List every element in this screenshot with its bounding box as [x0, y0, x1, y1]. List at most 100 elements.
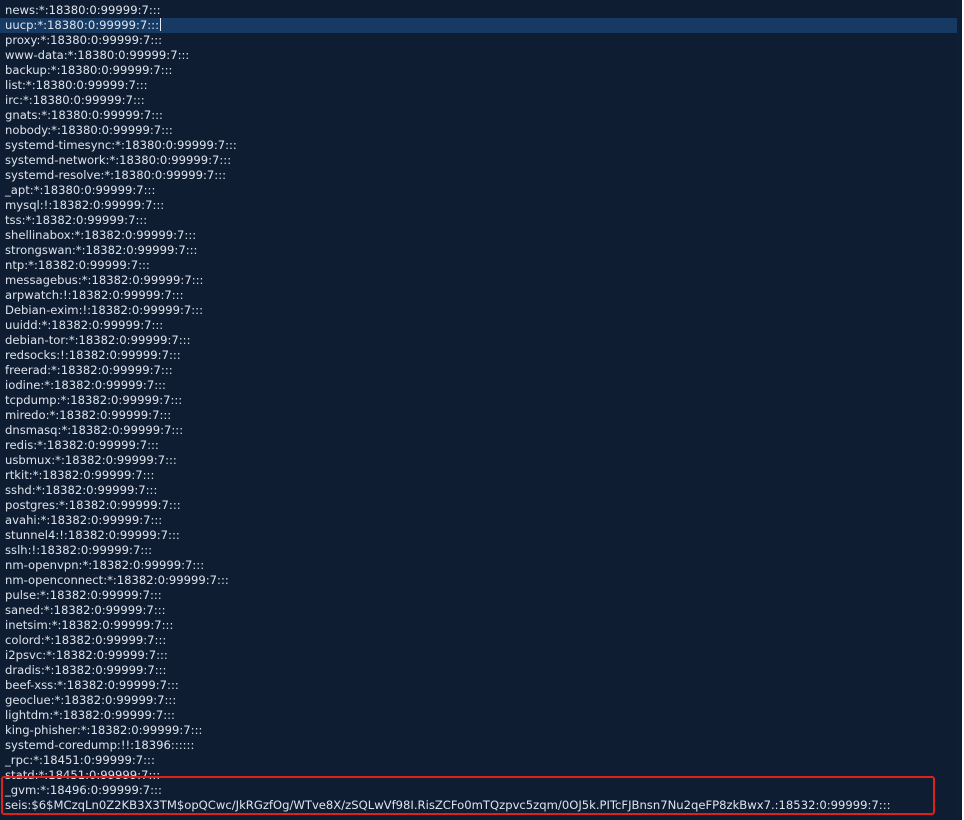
terminal-line[interactable]: systemd-network:*:18380:0:99999:7:::: [0, 153, 962, 168]
terminal-line-selected[interactable]: uucp:*:18380:0:99999:7:::: [0, 18, 962, 33]
terminal-line[interactable]: freerad:*:18382:0:99999:7:::: [0, 363, 962, 378]
terminal-line-text: strongswan:*:18382:0:99999:7:::: [5, 243, 198, 257]
terminal-line[interactable]: shellinabox:*:18382:0:99999:7:::: [0, 228, 962, 243]
terminal-line[interactable]: messagebus:*:18382:0:99999:7:::: [0, 273, 962, 288]
terminal-line-text: stunnel4:!:18382:0:99999:7:::: [5, 528, 180, 542]
terminal-line[interactable]: debian-tor:*:18382:0:99999:7:::: [0, 333, 962, 348]
text-cursor: [160, 18, 161, 31]
terminal-line[interactable]: lightdm:*:18382:0:99999:7:::: [0, 708, 962, 723]
terminal-line-text: rtkit:*:18382:0:99999:7:::: [5, 468, 155, 482]
terminal-line-text: nobody:*:18380:0:99999:7:::: [5, 123, 173, 137]
terminal-line-text: news:*:18380:0:99999:7:::: [5, 3, 161, 17]
terminal-line[interactable]: i2psvc:*:18382:0:99999:7:::: [0, 648, 962, 663]
terminal-line[interactable]: redsocks:!:18382:0:99999:7:::: [0, 348, 962, 363]
terminal-line-text: beef-xss:*:18382:0:99999:7:::: [5, 678, 179, 692]
terminal-line[interactable]: nm-openconnect:*:18382:0:99999:7:::: [0, 573, 962, 588]
terminal-line[interactable]: www-data:*:18380:0:99999:7:::: [0, 48, 962, 63]
terminal-line[interactable]: mysql:!:18382:0:99999:7:::: [0, 198, 962, 213]
terminal-line-text: nm-openconnect:*:18382:0:99999:7:::: [5, 573, 229, 587]
terminal-line[interactable]: list:*:18380:0:99999:7:::: [0, 78, 962, 93]
terminal-line[interactable]: backup:*:18380:0:99999:7:::: [0, 63, 962, 78]
terminal-line-text: ntp:*:18382:0:99999:7:::: [5, 258, 150, 272]
terminal-line[interactable]: news:*:18380:0:99999:7:::: [0, 3, 962, 18]
terminal-line[interactable]: saned:*:18382:0:99999:7:::: [0, 603, 962, 618]
terminal-line[interactable]: systemd-resolve:*:18380:0:99999:7:::: [0, 168, 962, 183]
terminal-line[interactable]: seis:$6$MCzqLn0Z2KB3X3TM$opQCwc/JkRGzfOg…: [0, 798, 962, 813]
terminal-line-text: inetsim:*:18382:0:99999:7:::: [5, 618, 174, 632]
terminal-line[interactable]: gnats:*:18380:0:99999:7:::: [0, 108, 962, 123]
terminal-line[interactable]: sslh:!:18382:0:99999:7:::: [0, 543, 962, 558]
terminal-line-text: www-data:*:18380:0:99999:7:::: [5, 48, 190, 62]
terminal-line[interactable]: strongswan:*:18382:0:99999:7:::: [0, 243, 962, 258]
terminal-line-text: dnsmasq:*:18382:0:99999:7:::: [5, 423, 184, 437]
terminal-line[interactable]: pulse:*:18382:0:99999:7:::: [0, 588, 962, 603]
terminal-line[interactable]: statd:*:18451:0:99999:7:::: [0, 768, 962, 783]
terminal-line[interactable]: systemd-timesync:*:18380:0:99999:7:::: [0, 138, 962, 153]
terminal-line-text: shellinabox:*:18382:0:99999:7:::: [5, 228, 197, 242]
terminal-line-text: lightdm:*:18382:0:99999:7:::: [5, 708, 175, 722]
terminal-line[interactable]: postgres:*:18382:0:99999:7:::: [0, 498, 962, 513]
terminal-line-text: arpwatch:!:18382:0:99999:7:::: [5, 288, 184, 302]
terminal-line-text: sshd:*:18382:0:99999:7:::: [5, 483, 158, 497]
terminal-line-text: i2psvc:*:18382:0:99999:7:::: [5, 648, 168, 662]
terminal-line-text: irc:*:18380:0:99999:7:::: [5, 93, 145, 107]
terminal-line[interactable]: dradis:*:18382:0:99999:7:::: [0, 663, 962, 678]
terminal-line[interactable]: arpwatch:!:18382:0:99999:7:::: [0, 288, 962, 303]
terminal-line-text: _apt:*:18380:0:99999:7:::: [5, 183, 156, 197]
terminal-line-text: tcpdump:*:18382:0:99999:7:::: [5, 393, 183, 407]
terminal-line[interactable]: nobody:*:18380:0:99999:7:::: [0, 123, 962, 138]
terminal-line-text: saned:*:18382:0:99999:7:::: [5, 603, 166, 617]
terminal-line-text: mysql:!:18382:0:99999:7:::: [5, 198, 165, 212]
terminal-line[interactable]: dnsmasq:*:18382:0:99999:7:::: [0, 423, 962, 438]
terminal-line-text: uuidd:*:18382:0:99999:7:::: [5, 318, 164, 332]
terminal-line[interactable]: miredo:*:18382:0:99999:7:::: [0, 408, 962, 423]
terminal-line[interactable]: proxy:*:18380:0:99999:7:::: [0, 33, 962, 48]
terminal-line[interactable]: ntp:*:18382:0:99999:7:::: [0, 258, 962, 273]
terminal-line[interactable]: rtkit:*:18382:0:99999:7:::: [0, 468, 962, 483]
terminal-line-text: statd:*:18451:0:99999:7:::: [5, 768, 161, 782]
terminal-line-text: debian-tor:*:18382:0:99999:7:::: [5, 333, 191, 347]
terminal-line-text: pulse:*:18382:0:99999:7:::: [5, 588, 162, 602]
terminal-line-text: geoclue:*:18382:0:99999:7:::: [5, 693, 177, 707]
terminal-line-text: tss:*:18382:0:99999:7:::: [5, 213, 148, 227]
terminal-line[interactable]: colord:*:18382:0:99999:7:::: [0, 633, 962, 648]
terminal-scrollbar[interactable]: [957, 0, 962, 820]
terminal-line-text: sslh:!:18382:0:99999:7:::: [5, 543, 153, 557]
terminal-line[interactable]: _apt:*:18380:0:99999:7:::: [0, 183, 962, 198]
terminal-line[interactable]: inetsim:*:18382:0:99999:7:::: [0, 618, 962, 633]
terminal-line[interactable]: redis:*:18382:0:99999:7:::: [0, 438, 962, 453]
terminal-line-text: uucp:*:18380:0:99999:7:::: [5, 18, 159, 32]
terminal-line-text: seis:$6$MCzqLn0Z2KB3X3TM$opQCwc/JkRGzfOg…: [5, 798, 891, 812]
terminal-line-text: usbmux:*:18382:0:99999:7:::: [5, 453, 177, 467]
terminal-line[interactable]: uuidd:*:18382:0:99999:7:::: [0, 318, 962, 333]
terminal-line-text: redis:*:18382:0:99999:7:::: [5, 438, 159, 452]
terminal-window[interactable]: news:*:18380:0:99999:7::: uucp:*:18380:0:…: [0, 0, 964, 820]
terminal-line-text: proxy:*:18380:0:99999:7:::: [5, 33, 163, 47]
terminal-line-text: systemd-network:*:18380:0:99999:7:::: [5, 153, 232, 167]
terminal-line[interactable]: geoclue:*:18382:0:99999:7:::: [0, 693, 962, 708]
terminal-line[interactable]: systemd-coredump:!!:18396::::::: [0, 738, 962, 753]
terminal-line-text: systemd-resolve:*:18380:0:99999:7:::: [5, 168, 227, 182]
terminal-line[interactable]: Debian-exim:!:18382:0:99999:7:::: [0, 303, 962, 318]
terminal-line-text: miredo:*:18382:0:99999:7:::: [5, 408, 172, 422]
terminal-line-text: systemd-timesync:*:18380:0:99999:7:::: [5, 138, 237, 152]
terminal-line[interactable]: nm-openvpn:*:18382:0:99999:7:::: [0, 558, 962, 573]
terminal-line-text: backup:*:18380:0:99999:7:::: [5, 63, 173, 77]
terminal-line-text: _gvm:*:18496:0:99999:7:::: [5, 783, 162, 797]
terminal-line[interactable]: iodine:*:18382:0:99999:7:::: [0, 378, 962, 393]
terminal-line[interactable]: tss:*:18382:0:99999:7:::: [0, 213, 962, 228]
terminal-line[interactable]: usbmux:*:18382:0:99999:7:::: [0, 453, 962, 468]
terminal-line-text: king-phisher:*:18382:0:99999:7:::: [5, 723, 203, 737]
terminal-line[interactable]: beef-xss:*:18382:0:99999:7:::: [0, 678, 962, 693]
terminal-line[interactable]: avahi:*:18382:0:99999:7:::: [0, 513, 962, 528]
terminal-line[interactable]: sshd:*:18382:0:99999:7:::: [0, 483, 962, 498]
terminal-line[interactable]: irc:*:18380:0:99999:7:::: [0, 93, 962, 108]
terminal-line[interactable]: _gvm:*:18496:0:99999:7:::: [0, 783, 962, 798]
terminal-line-text: iodine:*:18382:0:99999:7:::: [5, 378, 166, 392]
terminal-line[interactable]: _rpc:*:18451:0:99999:7:::: [0, 753, 962, 768]
terminal-line[interactable]: stunnel4:!:18382:0:99999:7:::: [0, 528, 962, 543]
terminal-line-text: Debian-exim:!:18382:0:99999:7:::: [5, 303, 203, 317]
terminal-line[interactable]: tcpdump:*:18382:0:99999:7:::: [0, 393, 962, 408]
terminal-output[interactable]: news:*:18380:0:99999:7::: uucp:*:18380:0:…: [0, 3, 962, 813]
terminal-line[interactable]: king-phisher:*:18382:0:99999:7:::: [0, 723, 962, 738]
